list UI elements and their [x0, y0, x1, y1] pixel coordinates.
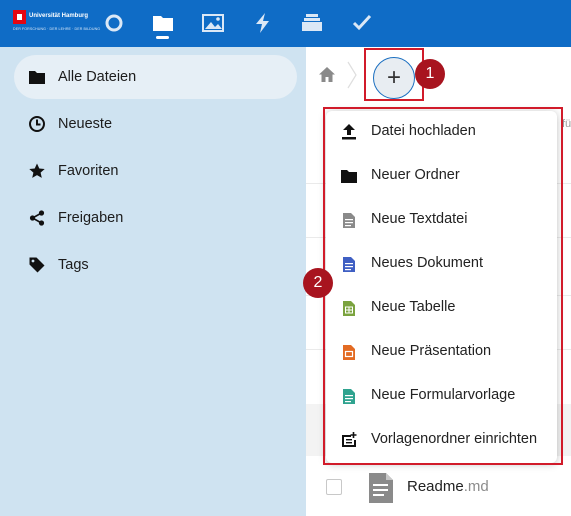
tag-icon [28, 256, 46, 274]
text-file-icon [368, 472, 394, 504]
sidebar-item-label: Freigaben [58, 210, 124, 226]
sidebar-item-label: Neueste [58, 116, 113, 132]
sidebar-item-all-files[interactable]: Alle Dateien [14, 55, 297, 99]
sidebar-item-label: Tags [58, 257, 89, 273]
truncated-column-header: fü [562, 118, 571, 130]
top-bar: Universität Hamburg DER FORSCHUNG · DER … [0, 0, 571, 47]
star-icon [28, 162, 46, 180]
logo-tagline: DER FORSCHUNG · DER LEHRE · DER BILDUNG [13, 27, 101, 31]
row-checkbox[interactable] [326, 479, 342, 495]
active-nav-indicator [156, 36, 169, 39]
file-name[interactable]: Readme.md [407, 478, 489, 495]
dashboard-icon[interactable] [102, 11, 126, 35]
sidebar-item-shares[interactable]: Freigaben [14, 196, 297, 240]
sidebar-item-recent[interactable]: Neueste [14, 102, 297, 146]
sidebar-item-label: Alle Dateien [58, 69, 137, 85]
deck-icon[interactable] [300, 11, 324, 35]
logo-mark [13, 10, 26, 24]
step-badge-1: 1 [415, 59, 445, 89]
sidebar-item-favorites[interactable]: Favoriten [14, 149, 297, 193]
logo-name: Universität Hamburg [29, 13, 89, 19]
share-icon [28, 209, 46, 227]
university-logo[interactable]: Universität Hamburg DER FORSCHUNG · DER … [13, 10, 100, 34]
file-basename: Readme [407, 478, 464, 495]
home-icon[interactable] [318, 66, 336, 84]
tasks-icon[interactable] [350, 11, 374, 35]
activity-icon[interactable] [251, 11, 275, 35]
folder-icon [28, 68, 46, 86]
breadcrumb-separator-icon [346, 60, 358, 90]
files-icon[interactable] [151, 11, 175, 35]
highlight-box-menu [323, 107, 563, 465]
table-row[interactable]: Readme.md [306, 464, 571, 510]
sidebar-item-tags[interactable]: Tags [14, 243, 297, 287]
clock-icon [28, 115, 46, 133]
photos-icon[interactable] [201, 11, 225, 35]
sidebar-item-label: Favoriten [58, 163, 119, 179]
file-extension: .md [463, 478, 489, 495]
step-badge-2: 2 [303, 268, 333, 298]
